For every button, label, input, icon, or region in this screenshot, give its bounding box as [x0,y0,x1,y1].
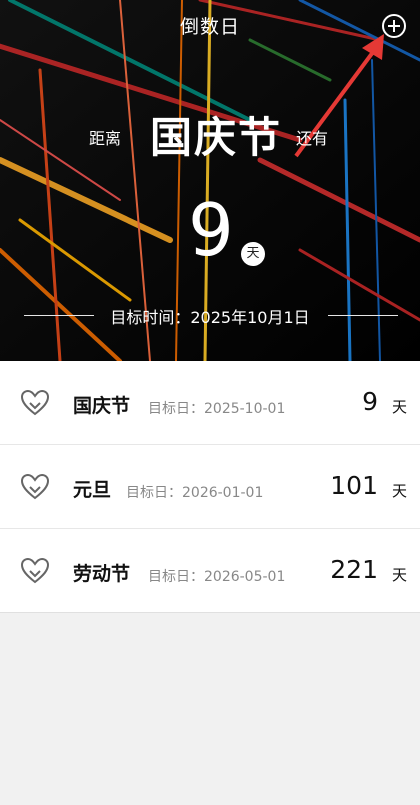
event-name: 国庆节 [73,395,131,417]
days-remaining: 9 [188,188,234,272]
day-unit: 天 [391,482,407,500]
target-date-label: 目标日：2025-10-01 [148,401,286,417]
prefix-label: 距离 [89,129,122,148]
day-unit: 天 [391,398,407,416]
day-unit: 天 [391,566,407,584]
day-count: 9 [362,387,378,416]
hero-event-name: 国庆节 [150,113,283,162]
target-date-label: 目标日：2026-01-01 [126,485,264,501]
divider-right [328,315,398,316]
target-date-line: 目标时间：2025年10月1日 [0,304,420,327]
day-unit-badge: 天 [241,242,265,266]
hero-banner: 倒数日 距离 国庆节 还有 9 天 目标时间：2025年10月1日 [0,0,420,361]
list-item[interactable]: 国庆节 目标日：2025-10-01 9 天 [0,361,420,445]
list-item[interactable]: 劳动节 目标日：2026-05-01 221 天 [0,529,420,613]
target-date-label: 目标日：2026-05-01 [148,569,286,585]
event-name: 劳动节 [73,563,131,585]
heart-outline-icon [20,389,50,416]
list-item[interactable]: 元旦 目标日：2026-01-01 101 天 [0,445,420,529]
day-count: 101 [330,471,378,500]
target-date-text: 目标时间：2025年10月1日 [110,308,310,327]
day-count: 221 [330,555,378,584]
suffix-label: 还有 [296,129,329,148]
event-name: 元旦 [73,479,112,501]
heart-outline-icon [20,473,50,500]
countdown-list: 国庆节 目标日：2025-10-01 9 天 元旦 目标日：2026-01-01… [0,361,420,613]
heart-outline-icon [20,557,50,584]
